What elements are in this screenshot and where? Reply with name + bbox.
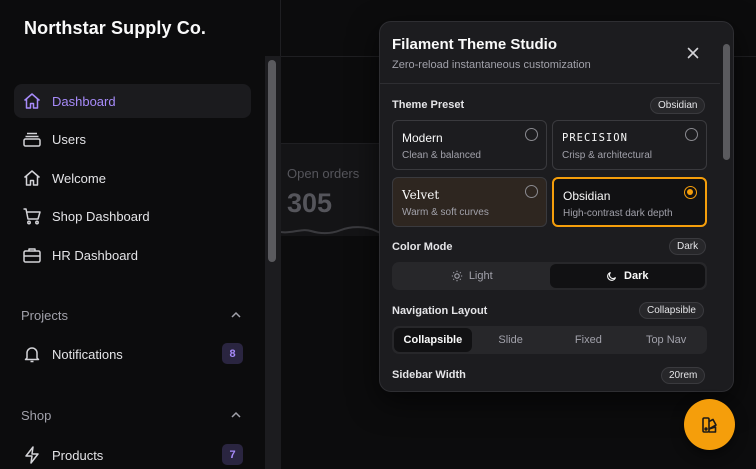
preset-name: Obsidian	[563, 189, 611, 203]
chevron-up-icon[interactable]	[230, 409, 242, 421]
group-label-shop: Shop	[21, 408, 52, 423]
panel-title: Filament Theme Studio	[392, 36, 558, 53]
navigation-layout-label: Navigation Layout	[392, 305, 488, 317]
preset-radio[interactable]	[685, 128, 698, 141]
preset-name: PRECISION	[562, 132, 628, 144]
bolt-icon	[25, 446, 39, 464]
preset-option-precision[interactable]: PRECISION Crisp & architectural	[552, 120, 707, 170]
preset-name: Velvet	[402, 188, 440, 202]
nav-layout-fixed[interactable]: Fixed	[550, 328, 628, 352]
nav-layout-slide[interactable]: Slide	[472, 328, 550, 352]
theme-preset-label: Theme Preset	[392, 99, 465, 111]
sidebar-scrollbar[interactable]	[265, 56, 281, 469]
panel-scrollbar-thumb[interactable]	[723, 44, 730, 160]
sidebar-item-users[interactable]: Users	[14, 122, 251, 156]
nav-layout-collapsible[interactable]: Collapsible	[394, 328, 472, 352]
home-icon	[24, 93, 40, 109]
sidebar-item-label: Products	[52, 447, 104, 463]
sidebar-item-notifications[interactable]: Notifications 8	[14, 337, 251, 371]
sidebar-item-label: Shop Dashboard	[52, 208, 150, 224]
preset-radio-selected[interactable]	[684, 186, 697, 199]
color-mode-dark-label: Dark	[624, 270, 649, 282]
bell-icon	[24, 347, 40, 363]
theme-preset-value-pill: Obsidian	[650, 97, 706, 114]
sidebar-item-label: Users	[52, 131, 86, 147]
stat-label: Open orders	[287, 166, 360, 181]
sidebar-item-welcome[interactable]: Welcome	[14, 161, 251, 195]
product-count-badge: 7	[222, 444, 243, 465]
theme-studio-panel: Filament Theme Studio Zero-reload instan…	[379, 21, 734, 392]
sidebar-width-value-pill: 20rem	[661, 367, 706, 384]
sidebar-item-label: Dashboard	[52, 93, 116, 109]
sidebar-item-hr-dashboard[interactable]: HR Dashboard	[14, 238, 251, 272]
stat-card-open-orders: Open orders 305	[281, 143, 391, 236]
sidebar-item-products[interactable]: Products 7	[14, 438, 251, 469]
preset-description: Warm & soft curves	[402, 207, 489, 218]
preset-option-obsidian[interactable]: Obsidian High-contrast dark depth	[552, 177, 707, 227]
preset-option-modern[interactable]: Modern Clean & balanced	[392, 120, 547, 170]
navigation-layout-value-pill: Collapsible	[639, 302, 704, 319]
color-mode-toggle: Light Dark	[392, 262, 707, 290]
brand-name: Northstar Supply Co.	[24, 18, 207, 38]
briefcase-icon	[23, 248, 41, 263]
palette-icon	[701, 416, 717, 433]
color-mode-light[interactable]: Light	[394, 264, 550, 288]
preset-name: Modern	[402, 131, 443, 145]
preset-radio[interactable]	[525, 185, 538, 198]
sidebar-scrollbar-thumb[interactable]	[268, 60, 276, 262]
nav-layout-top-nav[interactable]: Top Nav	[627, 328, 705, 352]
sidebar-width-label: Sidebar Width	[392, 369, 466, 381]
preset-description: Clean & balanced	[402, 150, 481, 161]
navigation-layout-toggle: Collapsible Slide Fixed Top Nav	[392, 326, 707, 354]
panel-subtitle: Zero-reload instantaneous customization	[392, 59, 591, 71]
sidebar-item-dashboard[interactable]: Dashboard	[14, 84, 251, 118]
preset-description: Crisp & architectural	[562, 150, 653, 161]
sparkline	[281, 226, 391, 235]
preset-description: High-contrast dark depth	[563, 208, 673, 219]
sidebar-item-label: HR Dashboard	[52, 247, 138, 263]
stat-value: 305	[287, 188, 333, 218]
cart-icon	[23, 208, 41, 225]
close-icon[interactable]	[684, 44, 702, 62]
preset-option-velvet[interactable]: Velvet Warm & soft curves	[392, 177, 547, 227]
chevron-up-icon[interactable]	[230, 309, 242, 321]
notification-count-badge: 8	[222, 343, 243, 364]
group-label-projects: Projects	[21, 308, 68, 323]
moon-icon	[607, 271, 617, 281]
sun-icon	[451, 270, 463, 282]
color-mode-value-pill: Dark	[669, 238, 707, 255]
color-mode-label: Color Mode	[392, 241, 453, 253]
color-mode-light-label: Light	[468, 270, 493, 282]
panel-scrollbar[interactable]	[720, 22, 733, 391]
panel-divider	[380, 83, 720, 84]
color-mode-dark[interactable]: Dark	[549, 264, 705, 288]
sidebar-item-label: Welcome	[52, 170, 106, 186]
stack-icon	[23, 132, 41, 147]
theme-studio-button[interactable]	[684, 399, 735, 450]
preset-radio[interactable]	[525, 128, 538, 141]
sidebar: Northstar Supply Co. Dashboard Users Wel…	[0, 0, 281, 469]
sidebar-item-shop-dashboard[interactable]: Shop Dashboard	[14, 199, 251, 233]
sidebar-item-label: Notifications	[52, 346, 123, 362]
home-icon	[24, 170, 40, 186]
